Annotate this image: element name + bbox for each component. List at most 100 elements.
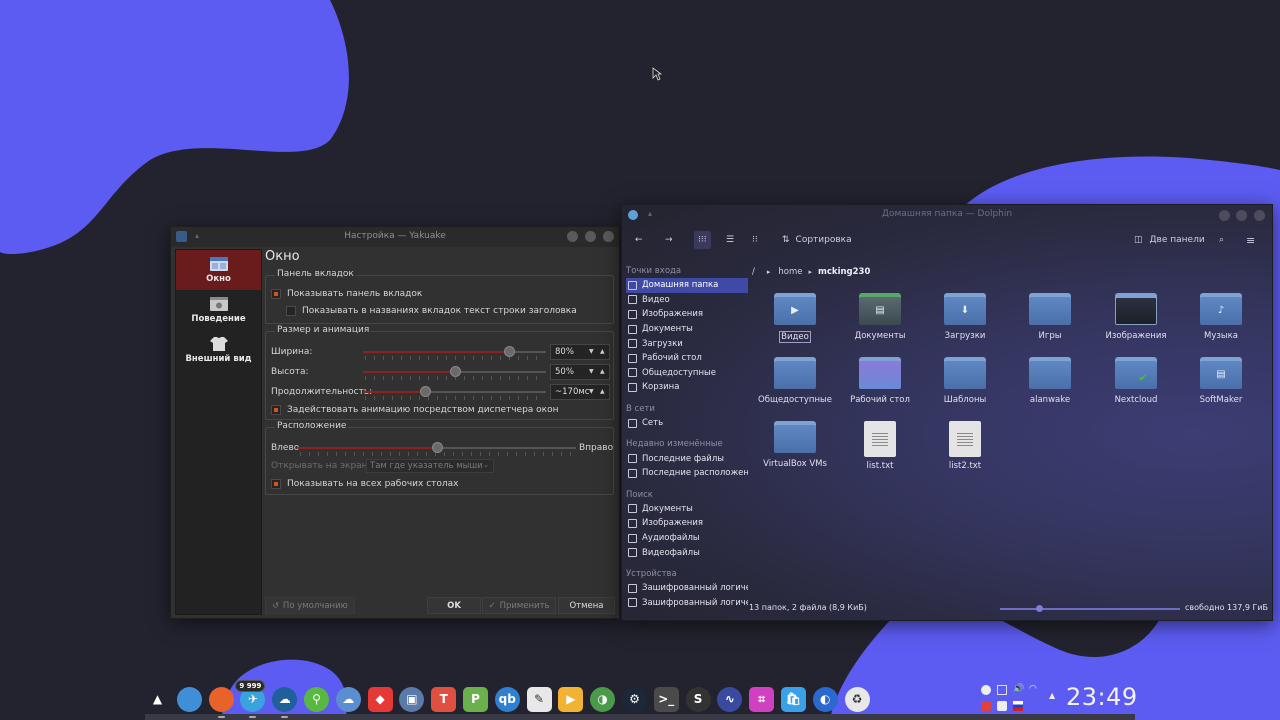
maximize-button[interactable] — [585, 231, 596, 242]
checkbox-box[interactable] — [271, 479, 281, 489]
nav-item-appearance[interactable]: Внешний вид — [176, 330, 261, 370]
remote-desktop-icon[interactable]: ▣ — [399, 686, 425, 712]
places-item[interactable]: Изображения — [626, 516, 748, 531]
places-item[interactable]: Загрузки — [626, 336, 748, 351]
file-item[interactable]: alanwake — [1007, 357, 1093, 405]
menu-button[interactable]: ≡ — [1246, 231, 1255, 249]
places-item[interactable]: Корзина — [626, 380, 748, 395]
battery-icon[interactable] — [997, 701, 1007, 711]
defaults-button[interactable]: ↺ По умолчанию — [265, 597, 355, 614]
wm-animation-checkbox[interactable]: Задействовать анимацию посредством диспе… — [271, 403, 559, 417]
telegram-icon[interactable]: ✈ 9 999 — [235, 679, 266, 718]
anydesk-icon[interactable]: ◆ — [367, 686, 393, 712]
system-monitor-icon[interactable]: ∿ — [717, 686, 743, 712]
places-item[interactable]: Изображения — [626, 307, 748, 322]
icons-view-button[interactable]: ⁝⁝⁝ — [694, 231, 711, 249]
show-tabbar-checkbox[interactable]: Показывать панель вкладок — [271, 287, 422, 301]
file-item[interactable]: Рабочий стол — [837, 357, 923, 405]
height-slider[interactable] — [363, 365, 546, 380]
places-item[interactable]: Зашифрованный логиче — [626, 581, 748, 596]
wifi-icon[interactable]: ◠ — [1029, 684, 1039, 694]
notifications-icon[interactable] — [981, 701, 991, 711]
file-item[interactable]: Шаблоны — [922, 357, 1008, 405]
spin-down-icon[interactable]: ▼ — [589, 348, 594, 355]
back-button[interactable]: ← — [635, 231, 643, 249]
breadcrumb-root[interactable]: / — [752, 267, 755, 277]
places-item[interactable]: Зашифрованный логиче — [626, 596, 748, 611]
file-item[interactable]: list.txt — [837, 421, 923, 471]
minimize-button[interactable] — [1219, 210, 1230, 221]
file-item[interactable]: Изображения — [1093, 293, 1179, 341]
search-button[interactable]: ⌕ — [1219, 231, 1224, 249]
breadcrumb-item-home[interactable]: home — [778, 267, 802, 277]
breadcrumb-item-current[interactable]: mcking230 — [818, 267, 870, 277]
checkbox-box[interactable] — [286, 306, 296, 316]
tray-expand-icon[interactable]: ▲ — [1049, 691, 1059, 701]
width-slider[interactable] — [363, 345, 546, 360]
file-item[interactable]: ▤ Документы — [837, 293, 923, 341]
file-item[interactable]: Общедоступные — [752, 357, 838, 405]
slider-handle[interactable] — [432, 442, 443, 453]
file-item[interactable]: ▶ Видео — [752, 293, 838, 343]
cloud-drive-icon[interactable]: ☁ — [335, 686, 361, 712]
file-item[interactable]: list2.txt — [922, 421, 1008, 471]
places-item[interactable]: Сеть — [626, 416, 748, 431]
steam-icon[interactable]: ⚙ — [621, 686, 647, 712]
video-player-icon[interactable]: ▶ — [558, 686, 584, 712]
textmaker-icon[interactable]: T — [431, 686, 457, 712]
places-item[interactable]: Видеофайлы — [626, 545, 748, 560]
clock[interactable]: 23:49 — [1066, 683, 1138, 711]
places-item[interactable]: Видео — [626, 293, 748, 308]
screen-select[interactable]: Там где указатель мыши ⌄ — [366, 459, 494, 473]
places-item[interactable]: Документы — [626, 322, 748, 337]
file-item[interactable]: ✔ Nextcloud — [1093, 357, 1179, 405]
nextcloud-icon[interactable]: ☁ — [272, 686, 298, 718]
places-item[interactable]: Рабочий стол — [626, 351, 748, 366]
speedcrunch-icon[interactable]: ◑ — [590, 686, 616, 712]
checkbox-box[interactable] — [271, 405, 281, 415]
width-spinbox[interactable]: 80% ▼ ▲ — [550, 344, 610, 360]
close-button[interactable] — [603, 231, 614, 242]
file-item[interactable]: VirtualBox VMs — [752, 421, 838, 469]
slider-handle[interactable] — [449, 366, 461, 377]
clipboard-icon[interactable] — [997, 685, 1007, 695]
places-item[interactable]: Домашняя папка — [626, 278, 748, 293]
places-item[interactable]: Документы — [626, 502, 748, 517]
checkbox-box[interactable] — [271, 289, 281, 299]
close-button[interactable] — [1254, 210, 1265, 221]
file-item[interactable]: ▤ SoftMaker — [1178, 357, 1264, 405]
qbittorrent-icon[interactable]: qb — [494, 686, 520, 712]
spin-down-icon[interactable]: ▼ — [589, 368, 594, 375]
store-icon[interactable]: 🛍 — [780, 686, 806, 712]
screenshot-icon[interactable]: ⌗ — [749, 686, 775, 712]
krita-icon[interactable]: ✎ — [526, 686, 552, 712]
app-launcher-icon[interactable]: ▲ — [145, 687, 170, 712]
places-item[interactable]: Последние файлы — [626, 451, 748, 466]
file-item[interactable]: ⬇ Загрузки — [922, 293, 1008, 341]
forward-button[interactable]: → — [665, 231, 673, 249]
files-icon[interactable] — [176, 686, 202, 712]
toggle-icon[interactable]: ◐ — [812, 686, 838, 712]
nav-item-window[interactable]: Окно — [176, 250, 261, 290]
breadcrumb[interactable]: / ▸ home ▸ mcking230 — [752, 267, 870, 277]
minimize-button[interactable] — [567, 231, 578, 242]
nav-item-behavior[interactable]: Поведение — [176, 290, 261, 330]
apply-button[interactable]: ✓ Применить — [482, 597, 556, 614]
ok-button[interactable]: OK — [427, 597, 481, 614]
split-view-button[interactable]: ◫ Две панели — [1134, 231, 1205, 249]
details-view-button[interactable]: ⁝⁝ — [752, 231, 758, 249]
cancel-button[interactable]: Отмена — [558, 597, 615, 614]
places-item[interactable]: Общедоступные — [626, 366, 748, 381]
places-item[interactable]: Аудиофайлы — [626, 531, 748, 546]
updates-icon[interactable] — [981, 685, 991, 695]
spin-up-icon[interactable]: ▲ — [600, 368, 605, 375]
spin-down-icon[interactable]: ▼ — [589, 388, 594, 395]
skype-icon[interactable]: S — [685, 686, 711, 712]
presentations-icon[interactable]: P — [462, 686, 488, 712]
terminal-icon[interactable]: >_ — [653, 686, 679, 712]
spin-up-icon[interactable]: ▲ — [600, 348, 605, 355]
duration-spinbox[interactable]: ~170мс ▼ ▲ — [550, 384, 610, 400]
spin-up-icon[interactable]: ▲ — [600, 388, 605, 395]
all-desktops-checkbox[interactable]: Показывать на всех рабочих столах — [271, 477, 459, 491]
compact-view-button[interactable]: ☰ — [726, 231, 734, 249]
